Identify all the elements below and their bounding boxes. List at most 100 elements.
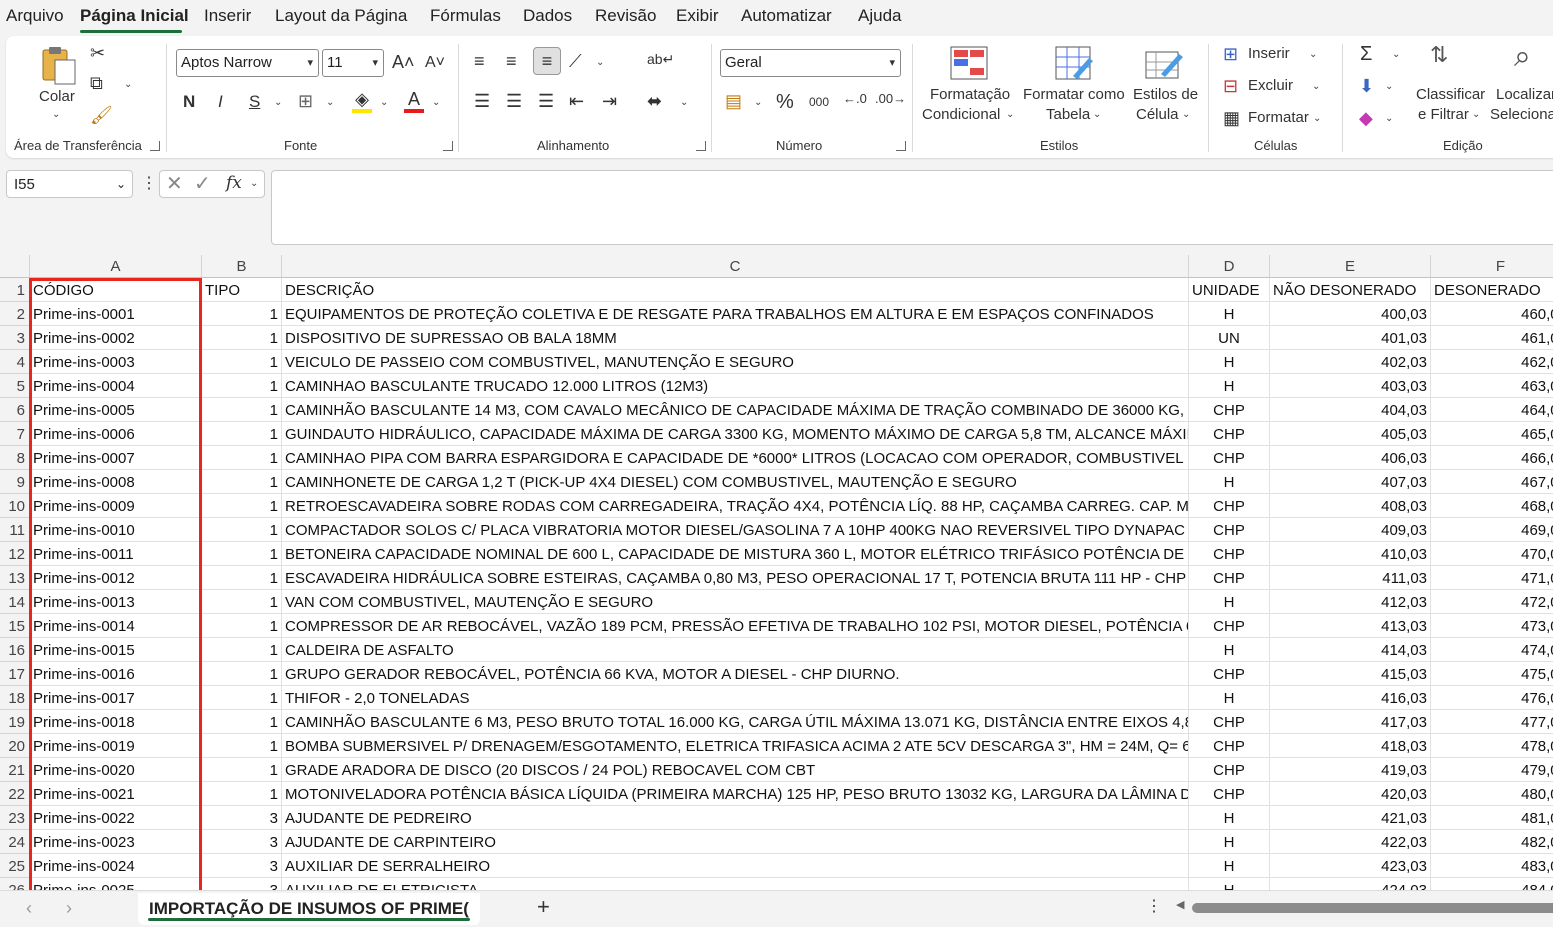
cell-b[interactable]: 3 <box>202 806 282 830</box>
cell-e[interactable]: 420,03 <box>1270 782 1431 806</box>
cell-d[interactable]: CHP <box>1189 734 1270 758</box>
borders-icon[interactable]: ⊞ <box>298 92 313 110</box>
cell-e[interactable]: 418,03 <box>1270 734 1431 758</box>
wrap-text-icon[interactable]: ab↵ <box>647 52 674 66</box>
cell-e[interactable]: 417,03 <box>1270 710 1431 734</box>
borders-dropdown-icon[interactable]: ⌄ <box>326 98 334 108</box>
sort-filter-dropdown-icon[interactable]: ⌄ <box>1472 110 1480 120</box>
cell-c[interactable]: GRUPO GERADOR REBOCÁVEL, POTÊNCIA 66 KVA… <box>282 662 1189 686</box>
cell-b[interactable]: 1 <box>202 638 282 662</box>
column-header-a[interactable]: A <box>30 255 202 278</box>
orientation-dropdown-icon[interactable]: ⌄ <box>596 58 604 68</box>
cell-e[interactable]: 412,03 <box>1270 590 1431 614</box>
next-sheet-icon[interactable]: › <box>66 899 72 917</box>
cell-e[interactable]: 405,03 <box>1270 422 1431 446</box>
cell-e[interactable]: 404,03 <box>1270 398 1431 422</box>
scroll-left-icon[interactable]: ◀ <box>1176 900 1184 911</box>
cell-f[interactable]: 477,03 <box>1431 710 1553 734</box>
name-box[interactable]: I55 ⌄ <box>6 170 133 198</box>
cell-d[interactable]: H <box>1189 470 1270 494</box>
cell-d[interactable]: H <box>1189 302 1270 326</box>
sort-filter-line2[interactable]: e Filtrar <box>1418 106 1469 123</box>
cell-b[interactable]: 1 <box>202 302 282 326</box>
cell-d[interactable]: H <box>1189 854 1270 878</box>
copy-dropdown-icon[interactable]: ⌄ <box>124 80 132 90</box>
select-all-corner[interactable] <box>0 255 30 278</box>
column-header-c[interactable]: C <box>282 255 1189 278</box>
header-cell-e[interactable]: NÃO DESONERADO <box>1270 278 1431 302</box>
paste-dropdown-icon[interactable]: ⌄ <box>52 110 60 120</box>
row-header[interactable]: 22 <box>0 782 30 806</box>
align-middle-icon[interactable]: ≡ <box>506 52 517 70</box>
cell-styles-dropdown-icon[interactable]: ⌄ <box>1182 110 1190 120</box>
menu-dados[interactable]: Dados <box>523 6 572 26</box>
cell-f[interactable]: 473,03 <box>1431 614 1553 638</box>
cancel-icon[interactable]: ✕ <box>166 174 183 194</box>
copy-icon[interactable]: ⧉ <box>90 74 103 92</box>
cell-d[interactable]: CHP <box>1189 398 1270 422</box>
cell-f[interactable]: 461,03 <box>1431 326 1553 350</box>
row-header[interactable]: 4 <box>0 350 30 374</box>
cell-d[interactable]: CHP <box>1189 710 1270 734</box>
font-color-icon[interactable]: A <box>404 90 424 113</box>
cell-f[interactable]: 464,03 <box>1431 398 1553 422</box>
insert-function-button[interactable]: fx <box>226 175 242 192</box>
cell-e[interactable]: 414,03 <box>1270 638 1431 662</box>
cell-d[interactable]: CHP <box>1189 446 1270 470</box>
cell-f[interactable]: 463,03 <box>1431 374 1553 398</box>
percent-button[interactable]: % <box>776 92 794 112</box>
font-launcher-icon[interactable] <box>443 141 453 151</box>
cell-f[interactable]: 480,03 <box>1431 782 1553 806</box>
cell-b[interactable]: 1 <box>202 710 282 734</box>
conditional-formatting-dropdown-icon[interactable]: ⌄ <box>1006 110 1014 120</box>
cell-d[interactable]: CHP <box>1189 542 1270 566</box>
formula-expand-icon[interactable]: ⌄ <box>250 179 258 189</box>
conditional-formatting-line2[interactable]: Condicional <box>922 106 1000 123</box>
merge-center-icon[interactable]: ⬌ <box>647 92 662 110</box>
cell-e[interactable]: 410,03 <box>1270 542 1431 566</box>
cell-b[interactable]: 1 <box>202 422 282 446</box>
cell-e[interactable]: 421,03 <box>1270 806 1431 830</box>
menu-formulas[interactable]: Fórmulas <box>430 6 501 26</box>
cell-c[interactable]: COMPACTADOR SOLOS C/ PLACA VIBRATORIA MO… <box>282 518 1189 542</box>
delete-cells-button[interactable]: Excluir <box>1248 77 1293 94</box>
row-header[interactable]: 3 <box>0 326 30 350</box>
cell-e[interactable]: 419,03 <box>1270 758 1431 782</box>
cell-b[interactable]: 1 <box>202 470 282 494</box>
row-header[interactable]: 5 <box>0 374 30 398</box>
cell-c[interactable]: CAMINHÃO BASCULANTE 14 M3, COM CAVALO ME… <box>282 398 1189 422</box>
cell-f[interactable]: 483,03 <box>1431 854 1553 878</box>
format-cells-button[interactable]: Formatar <box>1248 109 1309 126</box>
more-options-icon[interactable]: ⋮ <box>141 176 157 192</box>
cell-e[interactable]: 413,03 <box>1270 614 1431 638</box>
row-header[interactable]: 15 <box>0 614 30 638</box>
conditional-formatting-icon[interactable] <box>950 46 988 83</box>
menu-revisao[interactable]: Revisão <box>595 6 656 26</box>
cell-b[interactable]: 1 <box>202 326 282 350</box>
menu-ajuda[interactable]: Ajuda <box>858 6 901 26</box>
cell-c[interactable]: RETROESCAVADEIRA SOBRE RODAS COM CARREGA… <box>282 494 1189 518</box>
prev-sheet-icon[interactable]: ‹ <box>26 899 32 917</box>
cell-e[interactable]: 407,03 <box>1270 470 1431 494</box>
add-sheet-button[interactable]: + <box>537 896 550 918</box>
cell-e[interactable]: 408,03 <box>1270 494 1431 518</box>
cell-c[interactable]: CAMINHAO BASCULANTE TRUCADO 12.000 LITRO… <box>282 374 1189 398</box>
cell-d[interactable]: CHP <box>1189 782 1270 806</box>
cell-d[interactable]: H <box>1189 686 1270 710</box>
row-header[interactable]: 16 <box>0 638 30 662</box>
cell-f[interactable]: 478,03 <box>1431 734 1553 758</box>
row-header[interactable]: 13 <box>0 566 30 590</box>
format-cells-icon[interactable]: ▦ <box>1223 109 1240 127</box>
row-header[interactable]: 10 <box>0 494 30 518</box>
header-cell-b[interactable]: TIPO <box>202 278 282 302</box>
underline-dropdown-icon[interactable]: ⌄ <box>274 98 282 108</box>
accounting-dropdown-icon[interactable]: ⌄ <box>754 98 762 108</box>
cell-b[interactable]: 1 <box>202 374 282 398</box>
cell-b[interactable]: 1 <box>202 494 282 518</box>
cell-d[interactable]: H <box>1189 350 1270 374</box>
row-header[interactable]: 17 <box>0 662 30 686</box>
cell-c[interactable]: DISPOSITIVO DE SUPRESSAO OB BALA 18MM <box>282 326 1189 350</box>
cell-f[interactable]: 470,03 <box>1431 542 1553 566</box>
number-launcher-icon[interactable] <box>896 141 906 151</box>
cell-d[interactable]: CHP <box>1189 662 1270 686</box>
